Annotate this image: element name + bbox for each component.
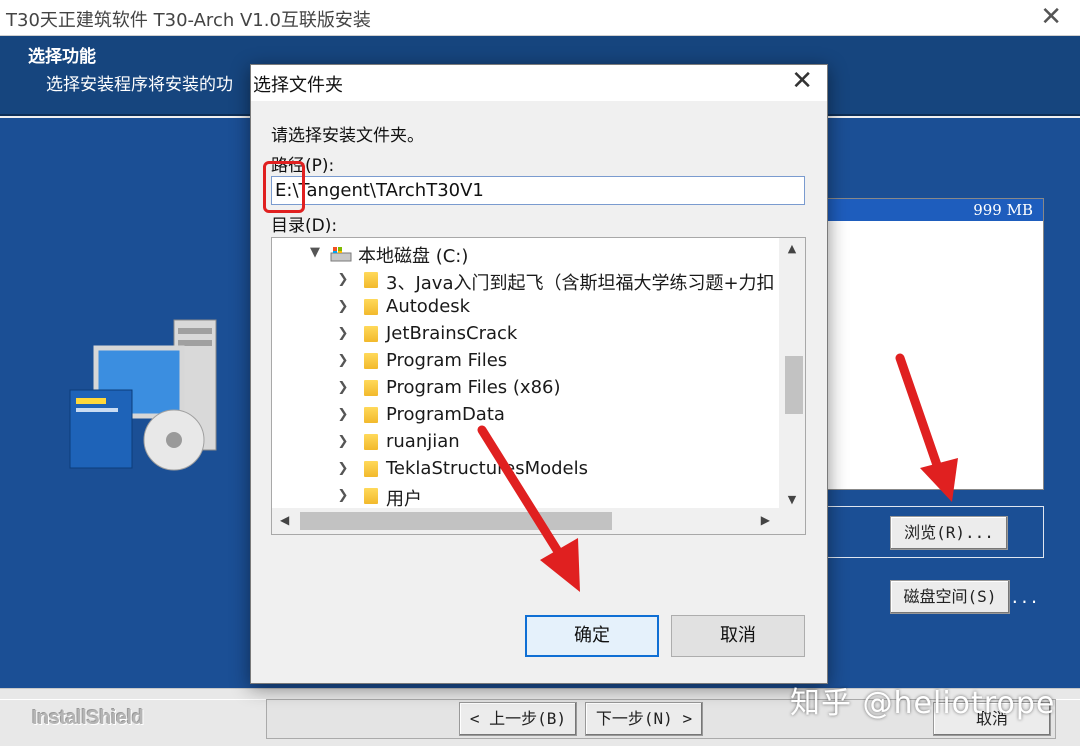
annotation-arrow-icon [895,353,958,502]
folder-icon [364,326,378,342]
annotation-arrow-icon [477,425,580,592]
tree-item-folder[interactable]: ❯ 3、Java入门到起飞（含斯坦福大学练习题+力扣 [272,267,780,294]
tree-item-label: Program Files [386,350,508,371]
vertical-scroll-thumb[interactable] [785,356,803,414]
tree-item-label: ruanjian [386,431,460,452]
scroll-corner [779,508,805,534]
folder-icon [364,299,378,315]
drive-icon [330,247,352,262]
previous-button[interactable]: < 上一步(B) [459,702,577,736]
folder-icon [364,461,378,477]
chevron-right-icon[interactable]: ❯ [336,272,350,287]
chevron-right-icon[interactable]: ❯ [336,326,350,341]
tree-item-label: JetBrainsCrack [386,323,518,344]
folder-icon [364,353,378,369]
disk-space-ellipsis: ... [1010,588,1039,607]
chevron-right-icon[interactable]: ❯ [336,299,350,314]
folder-icon [364,407,378,423]
dialog-instruction: 请选择安装文件夹。 [271,126,424,146]
dialog-cancel-button[interactable]: 取消 [671,615,805,657]
installer-title: T30天正建筑软件 T30-Arch V1.0互联版安装 [6,10,371,31]
watermark: 知乎 @heliotrope [790,686,1056,721]
chevron-right-icon[interactable]: ❯ [336,380,350,395]
tree-item-label: 3、Java入门到起飞（含斯坦福大学练习题+力扣 [386,273,775,294]
tree-item-folder[interactable]: ❯ JetBrainsCrack [272,321,780,348]
scroll-right-icon[interactable]: ▶ [761,513,770,527]
tree-item-drive-c[interactable]: ▼ 本地磁盘 (C:) [272,240,780,267]
vertical-scrollbar[interactable]: ▲ ▼ [779,238,805,510]
tree-item-folder[interactable]: ❯ Program Files (x86) [272,375,780,402]
installer-titlebar: T30天正建筑软件 T30-Arch V1.0互联版安装 ✕ [0,0,1080,36]
header-title: 选择功能 [28,47,96,67]
installshield-logo: InstallShield [32,707,144,729]
chevron-down-icon[interactable]: ▼ [308,245,322,260]
folder-icon [364,488,378,504]
tree-item-label: 本地磁盘 (C:) [358,246,469,267]
chevron-right-icon[interactable]: ❯ [336,434,350,449]
tree-item-label: Program Files (x86) [386,377,561,398]
installer-close-icon[interactable]: ✕ [1040,2,1062,32]
folder-icon [364,380,378,396]
scroll-left-icon[interactable]: ◀ [280,513,289,527]
tree-item-folder[interactable]: ❯ Program Files [272,348,780,375]
next-button[interactable]: 下一步(N) > [585,702,703,736]
header-subtitle: 选择安装程序将安装的功 [46,75,233,95]
chevron-right-icon[interactable]: ❯ [336,461,350,476]
folder-icon [364,272,378,288]
ok-button[interactable]: 确定 [525,615,659,657]
dialog-titlebar: 选择文件夹 ✕ [251,65,827,101]
computer-install-icon [69,319,217,471]
folder-icon [364,434,378,450]
scroll-down-icon[interactable]: ▼ [779,493,805,506]
scroll-up-icon[interactable]: ▲ [779,242,805,255]
directory-label: 目录(D): [271,216,338,236]
chevron-right-icon[interactable]: ❯ [336,353,350,368]
disk-space-button[interactable]: 磁盘空间(S) [890,580,1010,614]
dialog-close-icon[interactable]: ✕ [791,66,813,96]
path-input[interactable] [271,176,805,205]
browse-button[interactable]: 浏览(R)... [890,516,1008,550]
annotation-highlight-box [263,161,305,213]
chevron-right-icon[interactable]: ❯ [336,488,350,503]
dialog-title: 选择文件夹 [253,75,343,96]
tree-item-label: Autodesk [386,296,471,317]
size-value: 999 MB [827,199,1043,221]
tree-item-folder[interactable]: ❯ Autodesk [272,294,780,321]
chevron-right-icon[interactable]: ❯ [336,407,350,422]
tree-item-label: 用户 [386,489,422,510]
